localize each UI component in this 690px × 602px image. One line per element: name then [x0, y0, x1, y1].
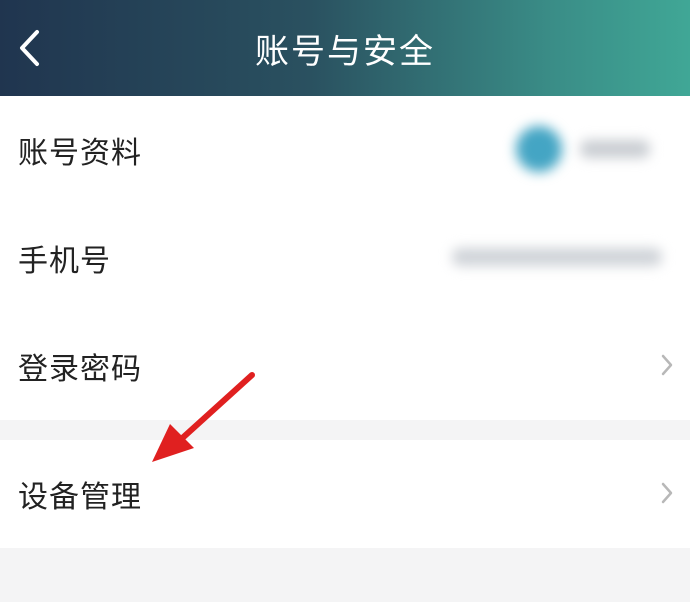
chevron-left-icon [20, 30, 39, 66]
row-label: 设备管理 [18, 480, 142, 515]
row-label: 手机号 [18, 244, 111, 279]
page-title: 账号与安全 [255, 31, 435, 72]
device-settings-list: 设备管理 [0, 440, 690, 548]
row-label: 账号资料 [18, 136, 142, 171]
nickname-redacted [580, 140, 650, 158]
chevron-right-icon [661, 482, 673, 504]
account-profile-row[interactable]: 账号资料 [0, 96, 690, 204]
device-management-row[interactable]: 设备管理 [0, 440, 690, 548]
header-bar: 账号与安全 [0, 0, 690, 96]
avatar [516, 126, 562, 172]
back-button[interactable] [8, 22, 52, 74]
chevron-right-icon [661, 354, 673, 376]
row-label: 登录密码 [18, 352, 142, 387]
phone-number-row[interactable]: 手机号 [0, 204, 690, 312]
account-settings-list: 账号资料 手机号 登录密码 [0, 96, 690, 420]
login-password-row[interactable]: 登录密码 [0, 312, 690, 420]
phone-value-redacted [452, 248, 662, 266]
